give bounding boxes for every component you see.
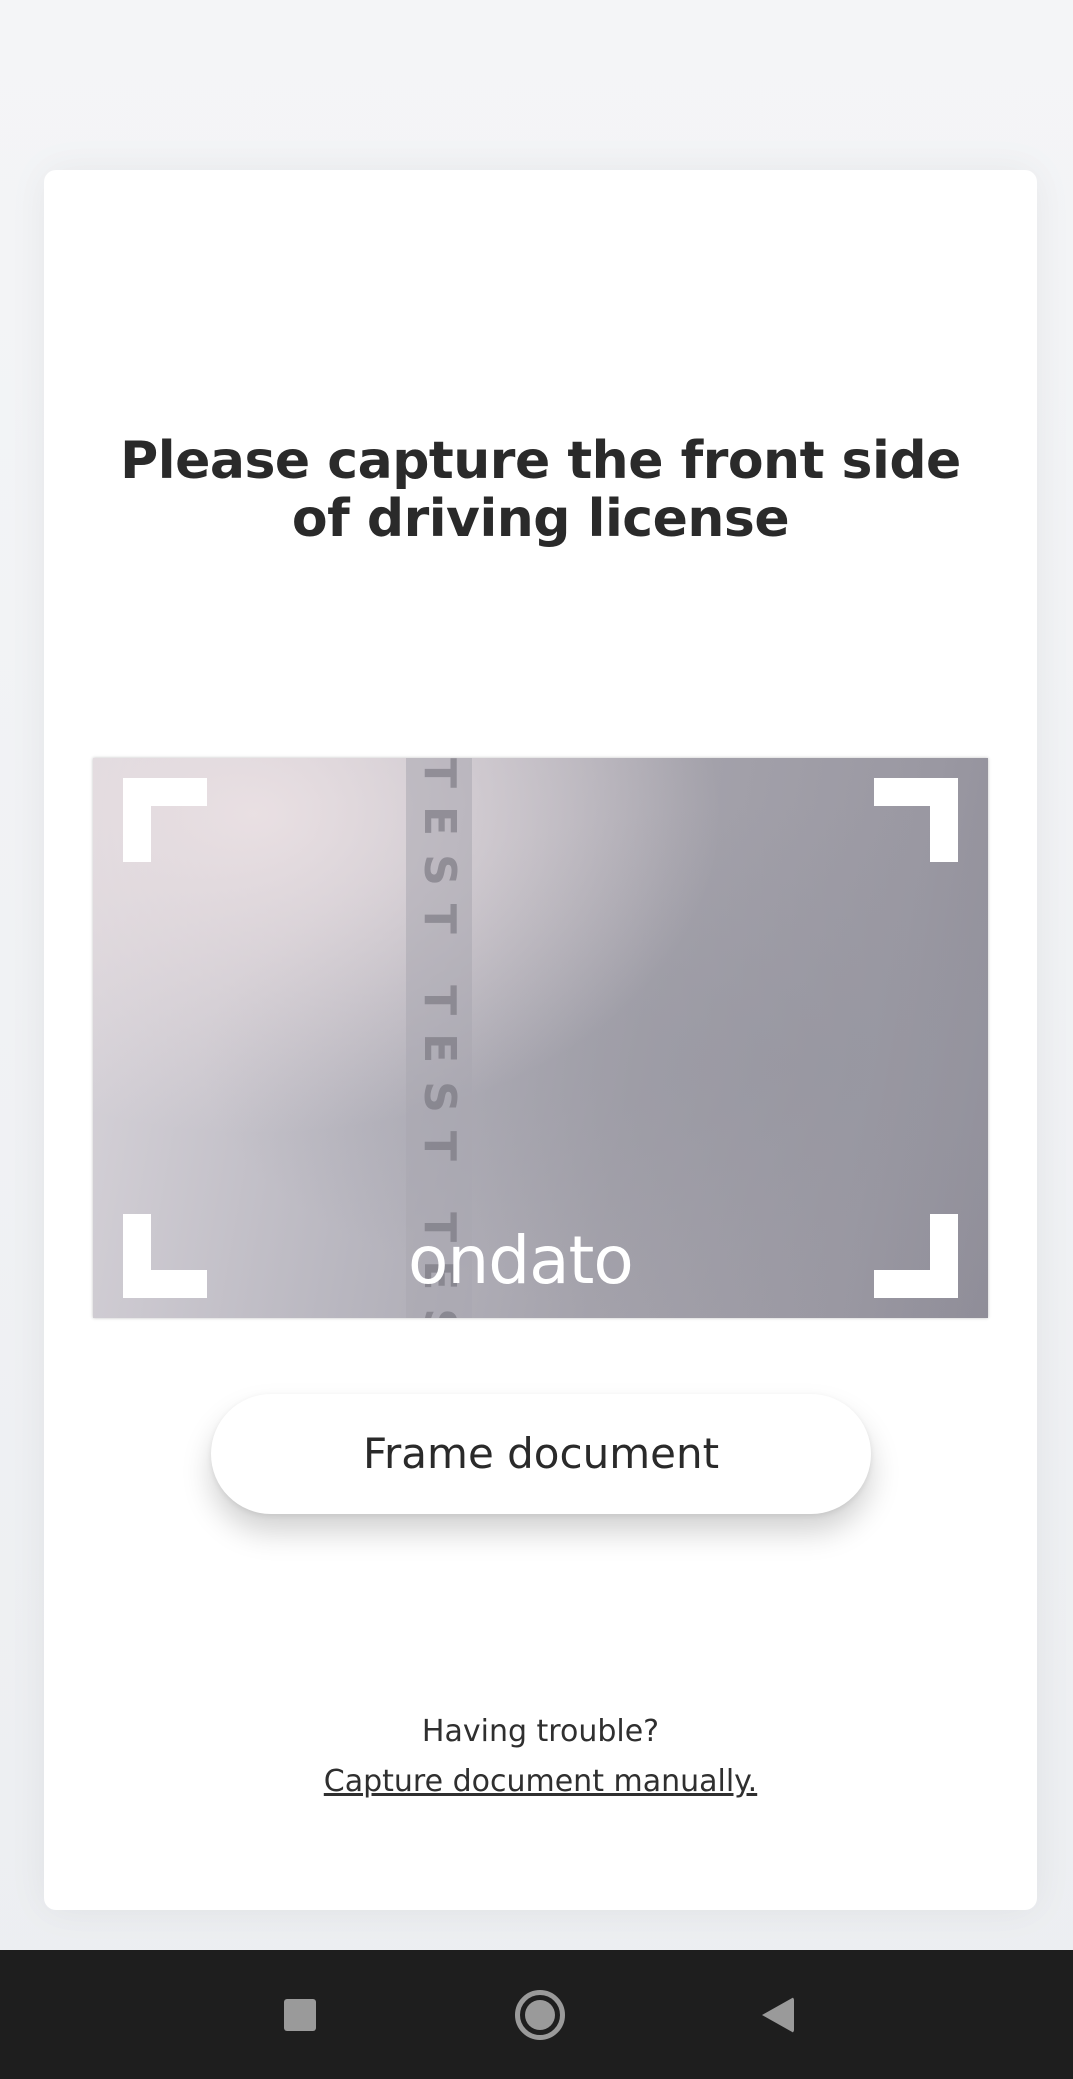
recents-square-icon [284, 1998, 316, 2031]
back-button[interactable] [718, 1950, 838, 2079]
frame-corner-bottom-left-icon [123, 1214, 207, 1298]
home-circle-icon [515, 1989, 565, 2040]
camera-preview: TEST TEST TES ondato [93, 758, 988, 1318]
capture-manually-link[interactable]: Capture document manually. [44, 1762, 1037, 1802]
page-title: Please capture the front side of driving… [120, 431, 961, 549]
recents-button[interactable] [240, 1950, 360, 2079]
having-trouble-text: Having trouble? [421, 1714, 660, 1749]
frame-corner-top-right-icon [874, 778, 958, 862]
back-triangle-icon [762, 1996, 794, 2033]
ondato-logo: ondato [408, 1222, 634, 1299]
frame-corner-bottom-right-icon [874, 1214, 958, 1298]
home-button[interactable] [480, 1950, 600, 2079]
frame-document-button[interactable]: Frame document [211, 1394, 871, 1514]
android-navigation-bar [0, 1950, 1073, 2079]
frame-corner-top-left-icon [123, 778, 207, 862]
capture-card: Please capture the front side of driving… [44, 170, 1037, 1910]
